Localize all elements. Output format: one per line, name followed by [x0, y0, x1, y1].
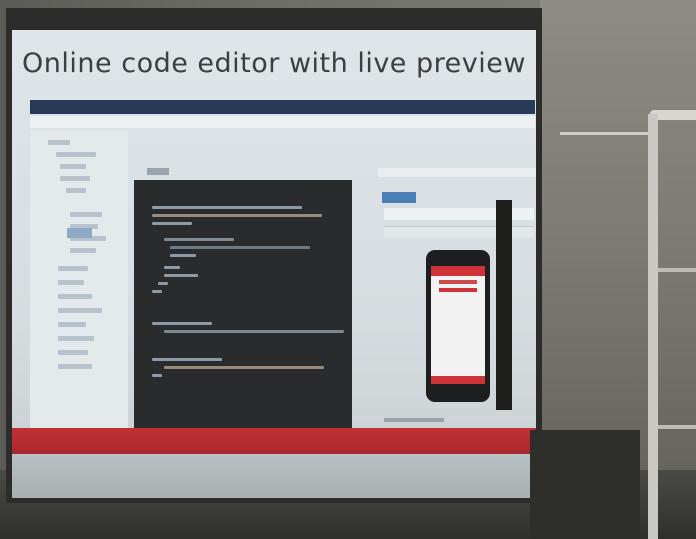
screen-lower-area: [12, 454, 536, 498]
tree-item: [58, 294, 92, 299]
code-line: [164, 366, 324, 369]
code-line: [164, 238, 234, 241]
phone-row: [439, 288, 477, 292]
code-line: [164, 266, 180, 269]
ide-toolbar: [30, 116, 535, 128]
tree-item: [58, 322, 86, 327]
ide-menubar: [30, 100, 535, 114]
preview-header: [378, 168, 536, 177]
tree-item: [58, 350, 88, 355]
slide-title: Online code editor with live preview: [22, 48, 526, 79]
phone-preview: [426, 250, 490, 402]
projected-slide: Online code editor with live preview: [12, 30, 536, 498]
code-editor: [134, 180, 352, 430]
code-line: [152, 322, 212, 325]
tree-item: [48, 140, 70, 145]
tree-item: [60, 176, 90, 181]
tree-item: [58, 280, 84, 285]
phone-bottom-bar: [431, 376, 485, 384]
code-line: [164, 274, 198, 277]
tree-item: [58, 308, 102, 313]
tree-item-selected: [67, 228, 92, 238]
code-line: [158, 282, 168, 285]
projection-screen: Online code editor with live preview: [6, 8, 542, 503]
code-line: [152, 222, 192, 225]
stand-bar: [658, 425, 696, 429]
code-line: [152, 374, 162, 377]
tree-item: [60, 164, 86, 169]
screen-post: [496, 200, 512, 410]
editor-tab: [147, 168, 169, 175]
tree-item: [70, 212, 102, 217]
phone-app-bar: [431, 266, 485, 276]
code-line: [170, 246, 310, 249]
stand-bar: [658, 268, 696, 272]
file-tree-panel: [30, 130, 128, 430]
preview-caption: [384, 418, 444, 422]
code-line: [152, 358, 222, 361]
slide-red-stripe: [12, 428, 536, 454]
phone-screen: [431, 266, 485, 384]
tree-item: [58, 336, 94, 341]
tree-item: [58, 266, 88, 271]
tree-item: [56, 152, 96, 157]
tree-item: [58, 364, 92, 369]
code-line: [164, 330, 344, 333]
code-line: [170, 254, 196, 257]
stand-pole: [648, 114, 658, 539]
phone-row: [439, 280, 477, 284]
code-line: [152, 206, 302, 209]
tree-item: [70, 248, 96, 253]
code-line: [152, 290, 162, 293]
dark-object: [530, 430, 640, 539]
cable: [560, 132, 650, 135]
code-line: [152, 214, 322, 217]
preview-badge: [382, 192, 416, 203]
tree-item: [66, 188, 86, 193]
